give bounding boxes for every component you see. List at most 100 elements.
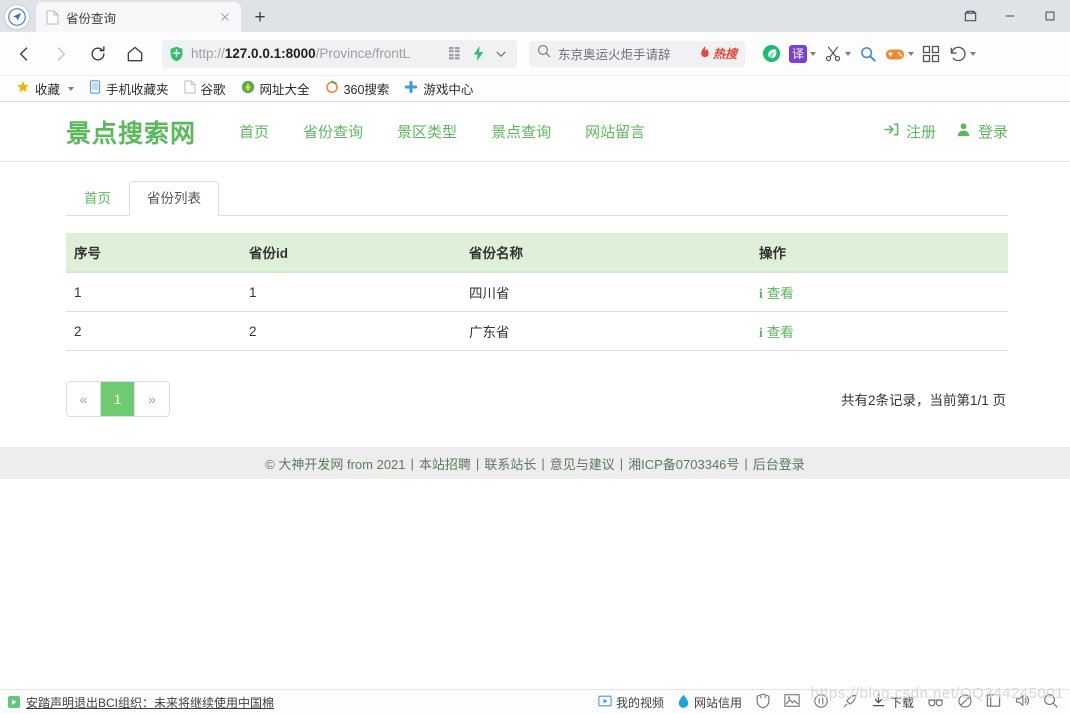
home-button[interactable]: [119, 38, 151, 70]
bookmark-label: 收藏: [35, 83, 61, 97]
search-term: 东京奥运火炬手请辞: [558, 48, 671, 62]
bookmark-favorites[interactable]: 收藏: [10, 77, 80, 100]
screenshot-button[interactable]: [784, 693, 800, 711]
bookmark-game-center[interactable]: 游戏中心: [398, 77, 479, 100]
site-logo[interactable]: 景点搜索网: [66, 114, 196, 150]
bookmark-label: 手机收藏夹: [106, 83, 169, 97]
news-ticker[interactable]: 安踏声明退出BCI组织：未来将继续使用中国棉: [8, 694, 274, 711]
browser-tab[interactable]: 省份查询: [36, 2, 241, 32]
page-icon: [183, 80, 196, 97]
leaf-icon[interactable]: [759, 39, 784, 69]
chevron-down-icon[interactable]: [908, 51, 914, 56]
browser-logo-icon[interactable]: [4, 4, 30, 30]
magnifier-icon[interactable]: [856, 39, 880, 69]
chevron-down-icon[interactable]: [970, 51, 976, 56]
lightning-icon[interactable]: [469, 46, 487, 61]
close-icon[interactable]: [217, 9, 233, 25]
scissors-icon[interactable]: [821, 39, 854, 69]
footer-link-feedback[interactable]: 意见与建议: [550, 454, 615, 473]
province-table: 序号 省份id 省份名称 操作 1 1 四川省 i 查看 2 2 广东省 i 查…: [66, 233, 1008, 351]
reload-button[interactable]: [82, 38, 114, 70]
trace-button[interactable]: [957, 693, 973, 712]
footer-link-icp[interactable]: 湘ICP备0703346号: [628, 454, 739, 473]
shield-button[interactable]: [755, 693, 771, 712]
restore-window-button[interactable]: [950, 0, 990, 32]
cell-action: i 查看: [751, 311, 1008, 351]
footer-separator: |: [541, 455, 545, 471]
main-navigation: 首页 省份查询 景区类型 景点查询 网站留言: [222, 113, 662, 150]
pagination-row: « 1 » 共有2条记录，当前第1/1 页: [66, 381, 1008, 417]
back-button[interactable]: [8, 38, 40, 70]
undo-icon[interactable]: [945, 39, 979, 69]
address-bar-url: http://127.0.0.1:8000/Province/frontL: [191, 46, 411, 61]
volume-button[interactable]: [1014, 693, 1030, 711]
column-header-action: 操作: [751, 233, 1008, 273]
new-tab-button[interactable]: +: [245, 2, 275, 32]
bookmark-hao360[interactable]: 网址大全: [235, 77, 316, 100]
volume-icon: [1014, 693, 1030, 711]
download-label: 下载: [889, 695, 914, 710]
login-label: 登录: [977, 124, 1008, 141]
search-input[interactable]: 东京奥运火炬手请辞 热搜: [529, 40, 745, 67]
chevron-down-icon[interactable]: [68, 86, 75, 91]
forward-button[interactable]: [45, 38, 77, 70]
apps-grid-icon[interactable]: [919, 39, 943, 69]
incognito-button[interactable]: [927, 694, 944, 710]
nav-item-scenic-type[interactable]: 景区类型: [380, 113, 474, 150]
address-bar[interactable]: http://127.0.0.1:8000/Province/frontL: [162, 39, 517, 68]
gamepad-icon[interactable]: [882, 39, 917, 69]
speed-button[interactable]: [842, 693, 858, 712]
page-icon: [46, 10, 59, 25]
chevron-down-icon[interactable]: [492, 47, 510, 61]
bookmark-360-search[interactable]: 360搜索: [319, 77, 396, 100]
nav-item-attraction-query[interactable]: 景点查询: [474, 113, 568, 150]
tab-province-list[interactable]: 省份列表: [129, 180, 219, 216]
info-icon: i: [759, 286, 763, 301]
footer-link-contact[interactable]: 联系站长: [484, 454, 536, 473]
record-info: 共有2条记录，当前第1/1 页: [840, 393, 1006, 408]
view-link[interactable]: i 查看: [759, 325, 794, 340]
signin-arrow-icon: [884, 122, 899, 141]
footer-separator: |: [410, 455, 414, 471]
chevron-down-icon[interactable]: [810, 51, 816, 56]
trace-icon: [957, 693, 973, 712]
nav-item-home[interactable]: 首页: [222, 113, 286, 150]
cell-action: i 查看: [751, 272, 1008, 312]
nav-item-guestbook[interactable]: 网站留言: [568, 113, 662, 150]
site-credit-button[interactable]: 网站信用: [677, 694, 742, 711]
cell-index: 2: [66, 311, 241, 351]
pagination-page-1[interactable]: 1: [101, 382, 135, 416]
footer-link-recruitment[interactable]: 本站招聘: [419, 454, 471, 473]
mute-button[interactable]: [813, 693, 829, 712]
login-link[interactable]: 登录: [956, 121, 1008, 142]
table-body: 1 1 四川省 i 查看 2 2 广东省 i 查看: [66, 272, 1008, 351]
bookmark-google[interactable]: 谷歌: [178, 77, 232, 100]
browser-toolbar: http://127.0.0.1:8000/Province/frontL 东京…: [0, 32, 1070, 76]
pagination-next[interactable]: »: [135, 382, 169, 416]
pagination-prev[interactable]: «: [67, 382, 101, 416]
maximize-window-button[interactable]: [1030, 0, 1070, 32]
nav-item-province-query[interactable]: 省份查询: [286, 113, 380, 150]
bookmark-mobile-favorites[interactable]: 手机收藏夹: [83, 77, 175, 100]
hot-search-badge[interactable]: 热搜: [699, 45, 737, 62]
translate-icon[interactable]: 译: [786, 39, 819, 69]
my-video-label: 我的视频: [615, 695, 664, 710]
play-icon: [598, 694, 612, 711]
zoom-button[interactable]: [1043, 693, 1058, 711]
register-link[interactable]: 注册: [884, 121, 936, 142]
qrcode-icon[interactable]: [446, 47, 464, 60]
chevron-down-icon[interactable]: [845, 51, 851, 56]
toolbar-icons: 译: [759, 39, 979, 69]
minimize-window-button[interactable]: [990, 0, 1030, 32]
download-button[interactable]: 下载: [871, 693, 914, 711]
glasses-icon: [927, 694, 944, 710]
tab-home[interactable]: 首页: [66, 181, 129, 216]
footer-copyright: © 大神开发网 from 2021: [265, 456, 406, 472]
sidebar-button[interactable]: [986, 693, 1001, 711]
shield-icon: [755, 693, 771, 712]
footer-link-admin-login[interactable]: 后台登录: [753, 454, 805, 473]
footer-separator: |: [744, 455, 748, 471]
my-video-button[interactable]: 我的视频: [598, 694, 664, 711]
rocket-icon: [842, 693, 858, 712]
view-link[interactable]: i 查看: [759, 286, 794, 301]
